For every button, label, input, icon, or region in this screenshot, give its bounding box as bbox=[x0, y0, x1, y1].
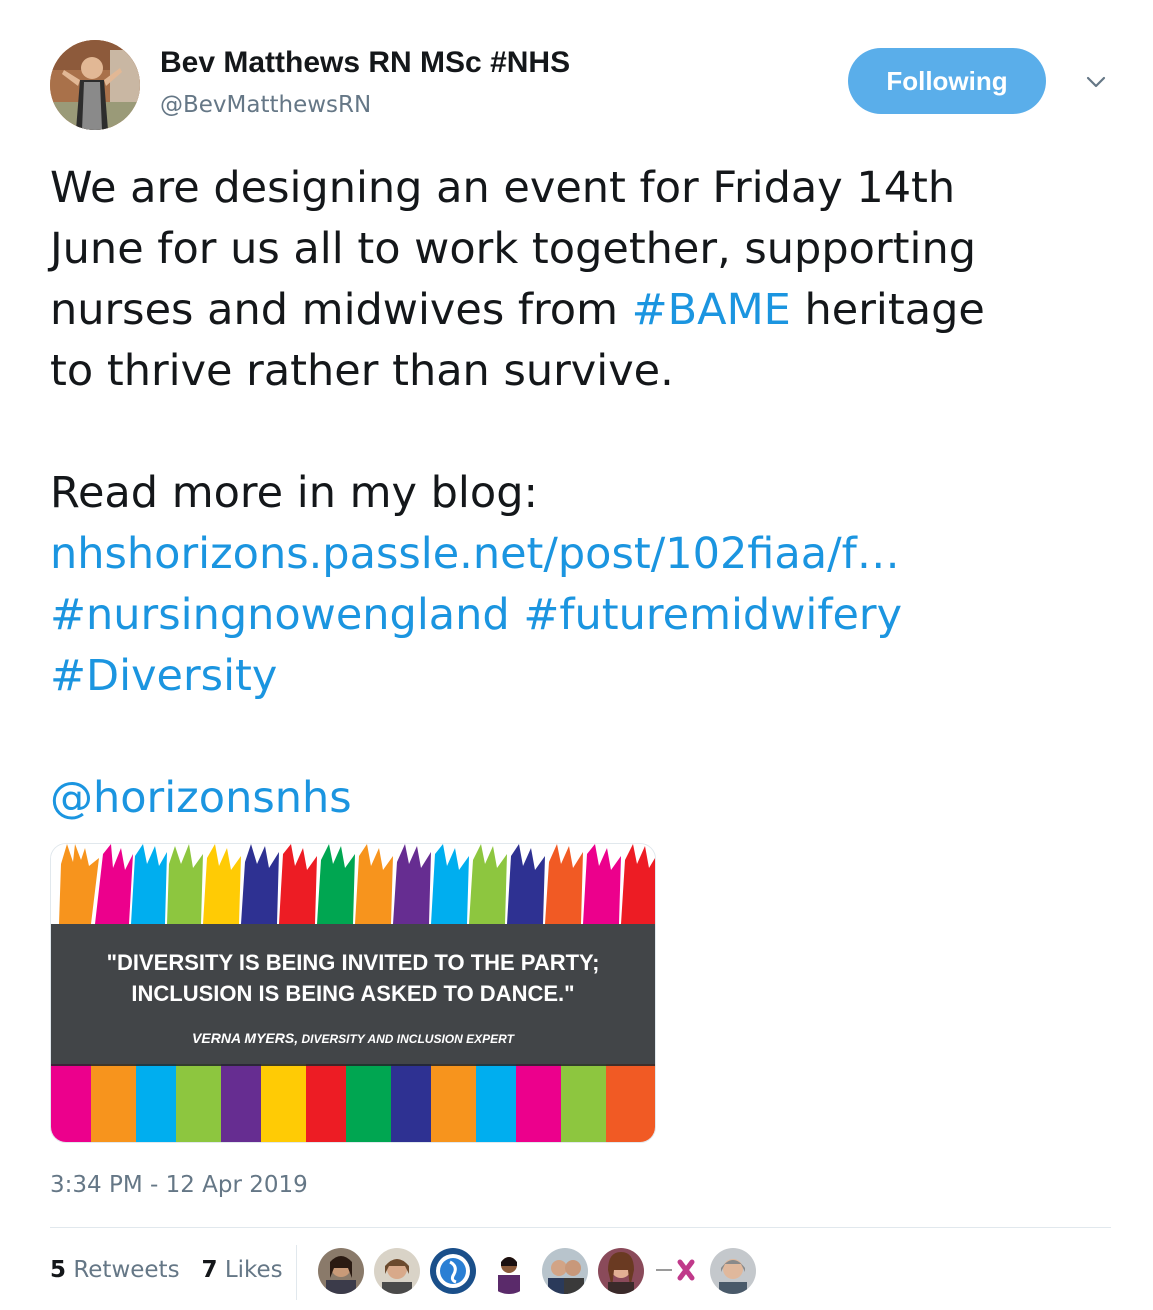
liker-avatar[interactable] bbox=[654, 1248, 700, 1294]
retweets-count: 5 bbox=[50, 1257, 67, 1283]
liker-avatar[interactable] bbox=[542, 1248, 588, 1294]
liker-avatar[interactable] bbox=[598, 1248, 644, 1294]
liker-avatar[interactable] bbox=[486, 1248, 532, 1294]
author-handle[interactable]: @BevMatthewsRN bbox=[160, 92, 371, 118]
author-avatar[interactable] bbox=[50, 40, 140, 130]
hashtag-nursingnowengland[interactable]: #nursingnowengland bbox=[50, 590, 510, 640]
following-button[interactable]: Following bbox=[848, 48, 1046, 114]
body-line: June for us all to work together, suppor… bbox=[50, 224, 976, 274]
body-line: nurses and midwives from bbox=[50, 285, 632, 335]
body-text: heritage bbox=[790, 285, 985, 335]
mention-horizonsnhs[interactable]: @horizonsnhs bbox=[50, 773, 352, 823]
tweet-body: We are designing an event for Friday 14t… bbox=[50, 158, 1120, 829]
liker-avatar[interactable] bbox=[374, 1248, 420, 1294]
body-line: Read more in my blog: bbox=[50, 468, 538, 518]
likes-count: 7 bbox=[201, 1257, 218, 1283]
quote-author: VERNA MYERS, DIVERSITY AND INCLUSION EXP… bbox=[51, 1030, 655, 1046]
hashtag-diversity[interactable]: #Diversity bbox=[50, 651, 277, 701]
chevron-down-icon[interactable] bbox=[1084, 70, 1108, 94]
quote-author-title: DIVERSITY AND INCLUSION EXPERT bbox=[301, 1032, 514, 1046]
body-line: We are designing an event for Friday 14t… bbox=[50, 163, 956, 213]
author-display-name[interactable]: Bev Matthews RN MSc #NHS bbox=[160, 46, 570, 80]
liker-avatar[interactable] bbox=[430, 1248, 476, 1294]
liker-avatar[interactable] bbox=[318, 1248, 364, 1294]
quote-line-1: "DIVERSITY IS BEING INVITED TO THE PARTY… bbox=[106, 950, 600, 975]
retweets-label: Retweets bbox=[73, 1257, 180, 1283]
likes-stat[interactable]: 7 Likes bbox=[202, 1257, 283, 1283]
quote-author-name: VERNA MYERS, bbox=[192, 1030, 299, 1046]
hashtag-bame[interactable]: #BAME bbox=[632, 285, 791, 335]
blog-link[interactable]: nhshorizons.passle.net/post/102fiaa/f… bbox=[50, 529, 900, 579]
tweet-image[interactable]: "DIVERSITY IS BEING INVITED TO THE PARTY… bbox=[50, 843, 656, 1143]
divider bbox=[50, 1227, 1111, 1228]
quote-line-2: INCLUSION IS BEING ASKED TO DANCE." bbox=[131, 981, 575, 1006]
tweet-timestamp[interactable]: 3:34 PM - 12 Apr 2019 bbox=[50, 1172, 308, 1198]
retweets-stat[interactable]: 5 Retweets bbox=[50, 1257, 180, 1283]
tweet-header: Bev Matthews RN MSc #NHS @BevMatthewsRN … bbox=[50, 40, 1110, 135]
likes-label: Likes bbox=[224, 1257, 283, 1283]
liker-avatar[interactable] bbox=[710, 1248, 756, 1294]
hashtag-futuremidwifery[interactable]: #futuremidwifery bbox=[523, 590, 902, 640]
tweet-stats: 5 Retweets 7 Likes bbox=[50, 1257, 283, 1283]
stats-divider bbox=[296, 1245, 297, 1300]
body-line: to thrive rather than survive. bbox=[50, 346, 674, 396]
